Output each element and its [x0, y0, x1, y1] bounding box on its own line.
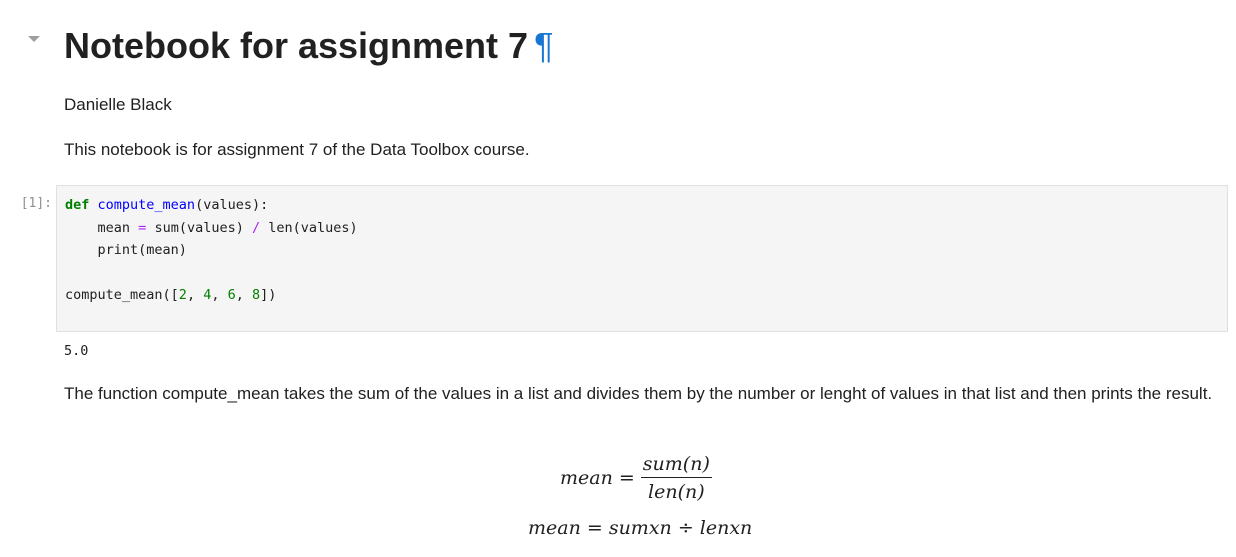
fraction-denominator: len(n) — [648, 481, 705, 503]
heading-anchor-link[interactable]: ¶ — [534, 25, 553, 66]
explanation-text: The function compute_mean takes the sum … — [64, 384, 1213, 403]
call-name: compute_mean([ — [65, 287, 179, 303]
line2-indent — [65, 220, 98, 236]
author-text: Danielle Black — [64, 95, 172, 114]
intro-text: This notebook is for assignment 7 of the… — [64, 140, 530, 159]
notebook-title: Notebook for assignment 7 ¶ — [64, 20, 553, 72]
assign-operator: = — [138, 219, 147, 236]
notebook-title-text: Notebook for assignment 7 — [64, 25, 529, 66]
line2-len-call: len(values) — [268, 219, 358, 236]
line2-sum-call: sum(values) — [154, 219, 244, 236]
fraction: sum(n) len(n) — [640, 453, 712, 503]
line2-var: mean — [97, 219, 131, 236]
divide-operator: / — [252, 219, 261, 236]
code-cell-editor[interactable]: def compute_mean(values): mean = sum(val… — [56, 185, 1228, 332]
code-source: def compute_mean(values): mean = sum(val… — [57, 186, 1227, 307]
print-line: print(mean) — [65, 242, 187, 258]
call-sep: , — [186, 287, 204, 303]
call-sep: , — [235, 287, 253, 303]
function-params: (values): — [195, 197, 269, 213]
def-keyword: def — [65, 197, 90, 213]
call-arg: 6 — [227, 287, 236, 303]
cell-output: 5.0 — [64, 343, 89, 359]
equation-lhs: mean = — [560, 467, 635, 489]
mean-division-equation: mean = sumxn ÷ lenxn — [528, 517, 753, 539]
execution-count-prompt: [1]: — [20, 196, 52, 211]
call-close: ]) — [260, 287, 277, 303]
mean-fraction-equation: mean = sum(n) len(n) — [560, 452, 712, 504]
call-arg: 8 — [252, 287, 261, 303]
collapse-heading-caret-icon[interactable] — [28, 36, 40, 42]
function-name: compute_mean — [97, 197, 196, 213]
fraction-numerator: sum(n) — [640, 453, 712, 478]
call-arg: 2 — [178, 287, 187, 303]
call-sep: , — [211, 287, 228, 303]
